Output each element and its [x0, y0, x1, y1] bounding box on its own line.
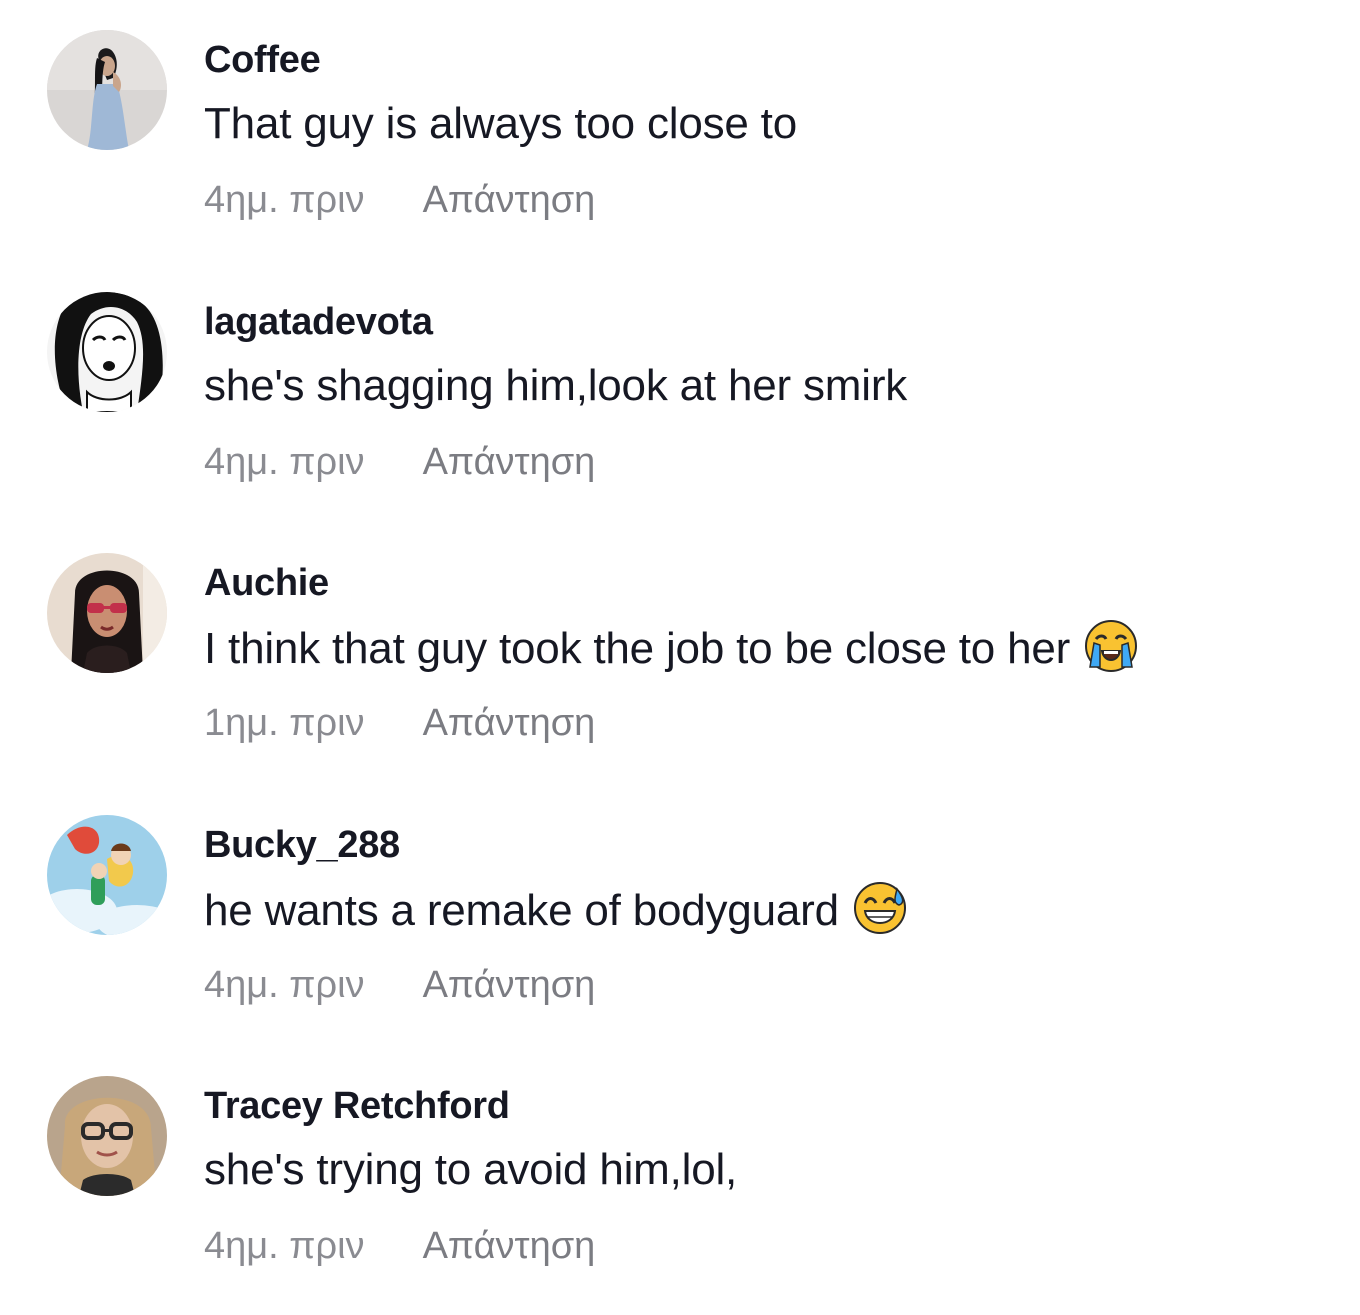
- loudly-crying-face-icon: [1084, 619, 1138, 673]
- comment-username[interactable]: lagatadevota: [204, 300, 433, 344]
- user-avatar-woman-posing-icon: [47, 30, 167, 150]
- comment-text-content: he wants a remake of bodyguard: [204, 886, 839, 935]
- comment-username[interactable]: Coffee: [204, 38, 321, 82]
- comment-item: Bucky_288 he wants a remake of bodyguard…: [0, 785, 1360, 1025]
- comment-username[interactable]: Tracey Retchford: [204, 1084, 510, 1128]
- user-avatar[interactable]: [47, 815, 167, 935]
- reply-button[interactable]: Απάντηση: [423, 438, 596, 486]
- user-avatar[interactable]: [47, 553, 167, 673]
- comment-list: Coffee That guy is always too close to 4…: [0, 0, 1360, 1315]
- user-avatar-woman-sunglasses-icon: [47, 553, 167, 673]
- comment-timestamp: 4ημ. πριν: [204, 179, 365, 221]
- comment-text-content: I think that guy took the job to be clos…: [204, 624, 1071, 673]
- comment-timestamp: 4ημ. πριν: [204, 441, 365, 483]
- comment-item: Auchie I think that guy took the job to …: [0, 523, 1360, 763]
- comment-meta: 4ημ. πριν Απάντηση: [204, 961, 595, 1009]
- comment-meta: 4ημ. πριν Απάντηση: [204, 438, 595, 486]
- comment-item: Tracey Retchford she's trying to avoid h…: [0, 1046, 1360, 1286]
- comment-meta: 4ημ. πριν Απάντηση: [204, 1222, 595, 1270]
- comment-text: That guy is always too close to: [204, 99, 797, 148]
- comment-username[interactable]: Auchie: [204, 561, 329, 605]
- comment-timestamp: 1ημ. πριν: [204, 702, 365, 744]
- user-avatar-woman-glasses-icon: [47, 1076, 167, 1196]
- comment-meta: 1ημ. πριν Απάντηση: [204, 699, 595, 747]
- comment-text: she's trying to avoid him,lol,: [204, 1145, 738, 1194]
- comment-item: Coffee That guy is always too close to 4…: [0, 0, 1360, 240]
- reply-button[interactable]: Απάντηση: [423, 699, 596, 747]
- reply-button[interactable]: Απάντηση: [423, 176, 596, 224]
- reply-button[interactable]: Απάντηση: [423, 1222, 596, 1270]
- comment-text: she's shagging him,look at her smirk: [204, 361, 908, 410]
- user-avatar[interactable]: [47, 30, 167, 150]
- user-avatar-sketch-portrait-icon: [47, 292, 167, 412]
- reply-button[interactable]: Απάντηση: [423, 961, 596, 1009]
- comment-text: I think that guy took the job to be clos…: [204, 619, 1138, 677]
- user-avatar-anime-illustration-icon: [47, 815, 167, 935]
- comment-meta: 4ημ. πριν Απάντηση: [204, 176, 595, 224]
- user-avatar[interactable]: [47, 1076, 167, 1196]
- grinning-face-with-sweat-icon: [853, 881, 907, 935]
- user-avatar[interactable]: [47, 292, 167, 412]
- comment-timestamp: 4ημ. πριν: [204, 1225, 365, 1267]
- comment-username[interactable]: Bucky_288: [204, 823, 400, 867]
- comment-text: he wants a remake of bodyguard: [204, 881, 907, 939]
- comment-timestamp: 4ημ. πριν: [204, 964, 365, 1006]
- comment-item: lagatadevota she's shagging him,look at …: [0, 262, 1360, 502]
